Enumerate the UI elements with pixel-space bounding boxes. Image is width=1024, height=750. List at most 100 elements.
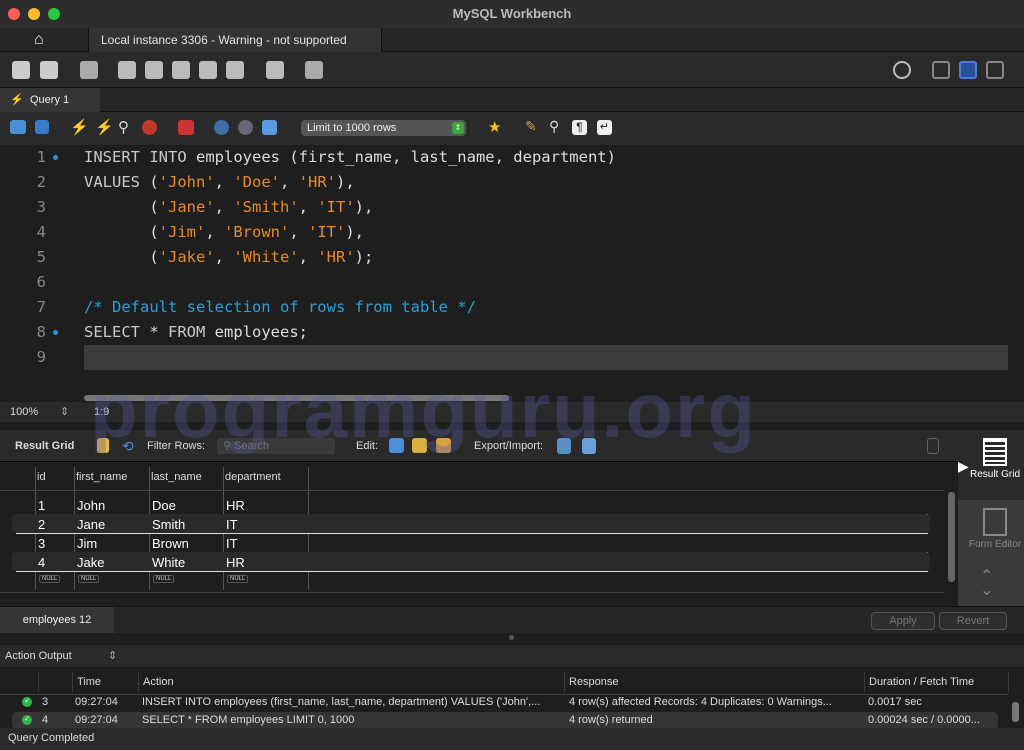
table-row[interactable]: 1 John Doe HR (16, 496, 928, 515)
result-tab[interactable]: employees 12 (0, 607, 114, 633)
more-views-chevron-icon[interactable]: ⌃ ⌄ (980, 569, 993, 599)
beautify-icon[interactable]: ✎ (525, 118, 537, 135)
close-window-button[interactable] (8, 8, 20, 20)
home-icon[interactable]: ⌂ (34, 31, 44, 49)
editor-line[interactable]: 1 INSERT INTO employees (first_name, last… (0, 145, 1008, 170)
new-sql-tab-icon[interactable] (12, 61, 30, 79)
commit-icon[interactable] (214, 120, 229, 135)
result-grid[interactable]: id first_name last_name department 1 John Doe H… (0, 462, 958, 606)
editor-line[interactable] (84, 345, 1008, 370)
add-snippet-icon[interactable]: ★ (488, 118, 501, 136)
create-function-icon[interactable] (226, 61, 244, 79)
grid-cell[interactable]: Jake (77, 555, 104, 570)
rollback-icon[interactable] (238, 120, 253, 135)
toggle-error-icon[interactable] (178, 120, 194, 135)
autocommit-icon[interactable] (262, 120, 277, 135)
column-header[interactable]: department (225, 471, 281, 483)
editor-line[interactable]: 3 ('Jane', 'Smith', 'IT'), (0, 195, 1008, 220)
output-row[interactable]: ✓ 3 09:27:04 INSERT INTO employees (first_n… (12, 694, 998, 711)
null-cell[interactable]: NULL (227, 575, 249, 583)
invisible-chars-icon[interactable]: ¶ (572, 120, 587, 135)
zoom-level[interactable]: 100% (10, 402, 38, 422)
grid-cell[interactable]: Smith (152, 517, 185, 532)
create-procedure-icon[interactable] (199, 61, 217, 79)
column-header[interactable]: id (37, 471, 46, 483)
create-schema-icon[interactable] (118, 61, 136, 79)
splitter-handle[interactable] (509, 635, 514, 640)
grid-vertical-scrollbar[interactable] (948, 492, 955, 582)
open-sql-script-icon[interactable] (40, 61, 58, 79)
open-file-icon[interactable] (10, 120, 26, 134)
execute-current-icon[interactable]: ⚡ (95, 118, 114, 136)
grid-cell[interactable]: HR (226, 498, 245, 513)
delete-row-icon[interactable] (436, 438, 451, 453)
search-table-data-icon[interactable] (266, 61, 284, 79)
grid-cell[interactable]: John (77, 498, 105, 513)
editor-line[interactable]: 5 ('Jake', 'White', 'HR'); (0, 245, 1008, 270)
add-row-icon[interactable] (412, 438, 427, 453)
column-header[interactable]: first_name (76, 471, 127, 483)
wrap-cell-icon[interactable] (927, 438, 939, 454)
grid-cell[interactable]: 3 (38, 536, 45, 551)
sql-editor[interactable]: 1 INSERT INTO employees (first_name, last… (0, 145, 1008, 390)
minimize-window-button[interactable] (28, 8, 40, 20)
toggle-secondary-sidebar-icon[interactable] (986, 61, 1004, 79)
reconnect-icon[interactable] (305, 61, 323, 79)
zoom-stepper-icon[interactable]: ⇕ (60, 402, 69, 422)
grid-cell[interactable]: 4 (38, 555, 45, 570)
explain-icon[interactable]: ⚲ (118, 118, 129, 136)
grid-cell[interactable]: 2 (38, 517, 45, 532)
connection-tab[interactable]: Local instance 3306 - Warning - not supp… (88, 28, 382, 52)
output-column-header[interactable]: Response (569, 676, 619, 688)
limit-rows-select[interactable]: Limit to 1000 rows ⇕ (301, 120, 466, 136)
output-column-header[interactable]: Duration / Fetch Time (869, 676, 974, 688)
import-icon[interactable] (582, 438, 596, 454)
null-cell[interactable]: NULL (78, 575, 100, 583)
apply-button[interactable]: Apply (871, 612, 935, 630)
grid-cell[interactable]: IT (226, 517, 238, 532)
output-column-header[interactable]: Time (77, 676, 101, 688)
grid-cell[interactable]: HR (226, 555, 245, 570)
create-table-icon[interactable] (145, 61, 163, 79)
execute-icon[interactable]: ⚡ (70, 118, 89, 136)
output-scrollbar[interactable] (1012, 702, 1019, 722)
grid-cell[interactable]: 1 (38, 498, 45, 513)
editor-line[interactable]: 7 /* Default selection of rows from table… (0, 295, 1008, 320)
editor-line[interactable]: 6 (0, 270, 1008, 295)
editor-horizontal-scrollbar[interactable] (84, 395, 509, 401)
grid-cell[interactable]: Brown (152, 536, 189, 551)
grid-cell[interactable]: Jane (77, 517, 105, 532)
editor-line[interactable]: 4 ('Jim', 'Brown', 'IT'), (0, 220, 1008, 245)
result-grid-view-button[interactable]: Result Grid (966, 434, 1024, 498)
settings-icon[interactable] (893, 61, 911, 79)
grid-icon[interactable] (97, 438, 109, 453)
query-tab[interactable]: ⚡ Query 1 (0, 88, 100, 112)
grid-cell[interactable]: White (152, 555, 185, 570)
grid-cell[interactable]: Jim (77, 536, 97, 551)
table-row[interactable]: 3 Jim Brown IT (16, 534, 928, 553)
form-editor-button[interactable]: Form Editor (966, 504, 1024, 564)
editor-line[interactable]: 2 VALUES ('John', 'Doe', 'HR'), (0, 170, 1008, 195)
grid-cell[interactable]: IT (226, 536, 238, 551)
null-cell[interactable]: NULL (39, 575, 61, 583)
inspector-icon[interactable] (80, 61, 98, 79)
revert-button[interactable]: Revert (939, 612, 1007, 630)
create-view-icon[interactable] (172, 61, 190, 79)
stop-icon[interactable] (142, 120, 157, 135)
toggle-sidebar-icon[interactable] (932, 61, 950, 79)
filter-search-input[interactable]: ⚲ Search (217, 438, 335, 454)
toggle-output-icon[interactable] (959, 61, 977, 79)
table-row[interactable]: 2 Jane Smith IT (16, 515, 928, 534)
null-cell[interactable]: NULL (153, 575, 175, 583)
save-icon[interactable] (35, 120, 49, 134)
grid-cell[interactable]: Doe (152, 498, 176, 513)
editor-line[interactable]: 8 SELECT * FROM employees; (0, 320, 1008, 345)
column-header[interactable]: last_name (151, 471, 202, 483)
table-row[interactable]: 4 Jake White HR (16, 553, 928, 572)
output-selector[interactable]: Action Output ⇕ (0, 645, 1024, 667)
find-icon[interactable]: ⚲ (549, 118, 559, 135)
refresh-icon[interactable]: ⟲ (122, 430, 134, 462)
edit-row-icon[interactable] (389, 438, 404, 453)
output-row[interactable]: ✓ 4 09:27:04 SELECT * FROM employees LIMIT … (12, 712, 998, 729)
output-column-header[interactable]: Action (143, 676, 174, 688)
